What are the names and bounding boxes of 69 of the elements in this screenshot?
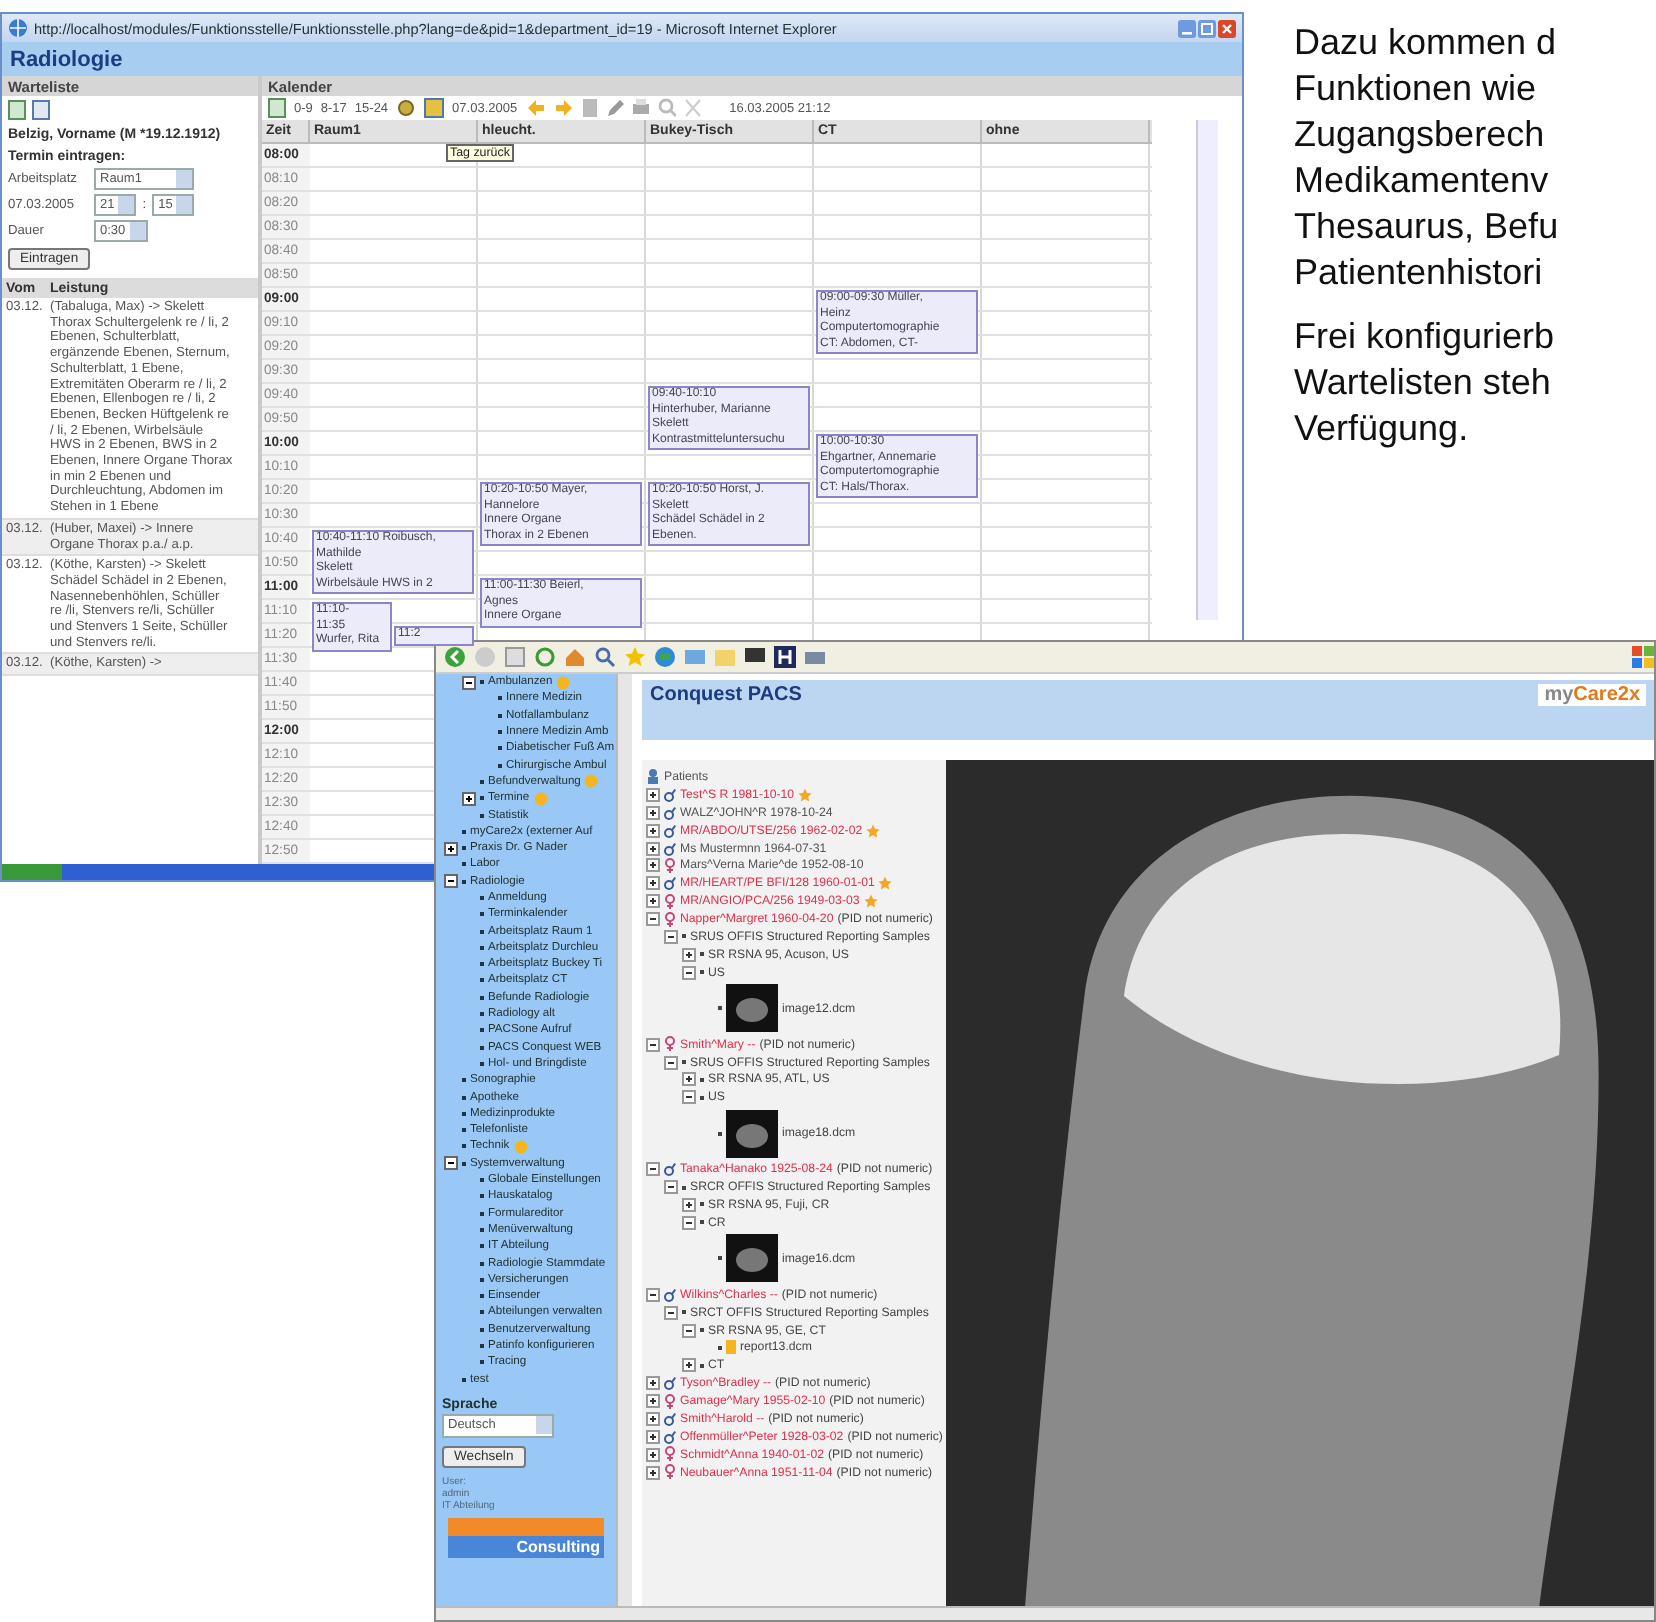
page-title: Conquest PACS [650, 684, 802, 706]
expand-icon[interactable] [646, 858, 660, 873]
collapse-icon[interactable] [664, 1180, 678, 1195]
expand-icon[interactable] [646, 823, 660, 838]
collapse-icon[interactable] [462, 675, 476, 690]
body-text: Verfügung. [1294, 406, 1471, 452]
pencil-icon[interactable] [605, 98, 624, 118]
back-icon[interactable] [444, 646, 466, 668]
body-text: Medikamentenv [1294, 158, 1551, 204]
document-icon [726, 1340, 736, 1355]
body-text: Funktionen wie [1294, 66, 1539, 112]
expand-icon[interactable] [646, 805, 660, 820]
collapse-icon[interactable] [646, 1162, 660, 1177]
expand-icon[interactable] [646, 787, 660, 802]
expand-icon[interactable] [646, 1376, 660, 1391]
minimize-icon[interactable] [1178, 19, 1196, 37]
collapse-icon[interactable] [664, 1055, 678, 1070]
collapse-icon[interactable] [664, 1305, 678, 1320]
windows-logo-icon[interactable] [1632, 646, 1654, 668]
collapse-icon[interactable] [646, 1287, 660, 1302]
expand-icon[interactable] [682, 1197, 696, 1212]
body-text: Patientenhistori [1294, 250, 1545, 296]
collapse-icon[interactable] [646, 1037, 660, 1052]
collapse-icon[interactable] [444, 874, 458, 889]
collapse-icon[interactable] [682, 1090, 696, 1105]
scrollbar[interactable] [616, 674, 632, 1606]
scrollbar[interactable] [1196, 120, 1218, 620]
page-title: Radiologie [10, 47, 123, 71]
search-icon[interactable] [594, 646, 616, 668]
expand-icon[interactable] [646, 1447, 660, 1462]
expand-icon[interactable] [646, 841, 660, 855]
expand-icon[interactable] [682, 947, 696, 962]
monitor-icon[interactable] [744, 646, 766, 668]
logo: myCare2x [1538, 684, 1646, 706]
collapse-icon[interactable] [682, 1215, 696, 1230]
collapse-icon[interactable] [682, 965, 696, 980]
h-icon[interactable] [774, 646, 796, 668]
expand-icon[interactable] [444, 841, 458, 856]
expand-icon[interactable] [646, 1411, 660, 1426]
patients-icon [646, 768, 660, 785]
body-text: Frei konfigurierb [1294, 314, 1557, 360]
expand-icon[interactable] [646, 1429, 660, 1444]
collapse-icon[interactable] [664, 929, 678, 944]
calendar-icon[interactable] [424, 98, 445, 118]
collapse-icon[interactable] [646, 912, 660, 927]
collapse-icon[interactable] [444, 1156, 458, 1171]
image-thumbnail[interactable] [726, 1109, 778, 1158]
expand-icon[interactable] [646, 1394, 660, 1409]
refresh-icon[interactable] [534, 646, 556, 668]
globe-icon[interactable] [654, 646, 676, 668]
expand-icon[interactable] [646, 894, 660, 909]
expand-icon[interactable] [682, 1072, 696, 1087]
globe-icon [8, 18, 28, 38]
logo-text: Consulting [514, 1535, 602, 1558]
expand-icon[interactable] [646, 1465, 660, 1480]
expand-icon[interactable] [682, 1358, 696, 1373]
body-text: Zugangsberech [1294, 112, 1547, 158]
image-thumbnail[interactable] [726, 1234, 778, 1283]
star-icon[interactable] [624, 646, 646, 668]
body-text: Thesaurus, Befu [1294, 204, 1559, 250]
expand-icon[interactable] [646, 876, 660, 891]
start-button[interactable] [2, 864, 62, 880]
maximize-icon[interactable] [1198, 19, 1216, 37]
document-icon[interactable] [268, 98, 286, 118]
collapse-icon[interactable] [682, 1323, 696, 1338]
image-thumbnail[interactable] [726, 984, 778, 1033]
body-text: Dazu kommen d [1294, 20, 1559, 66]
body-text: Wartelisten steh [1294, 360, 1553, 406]
expand-icon[interactable] [462, 791, 476, 806]
